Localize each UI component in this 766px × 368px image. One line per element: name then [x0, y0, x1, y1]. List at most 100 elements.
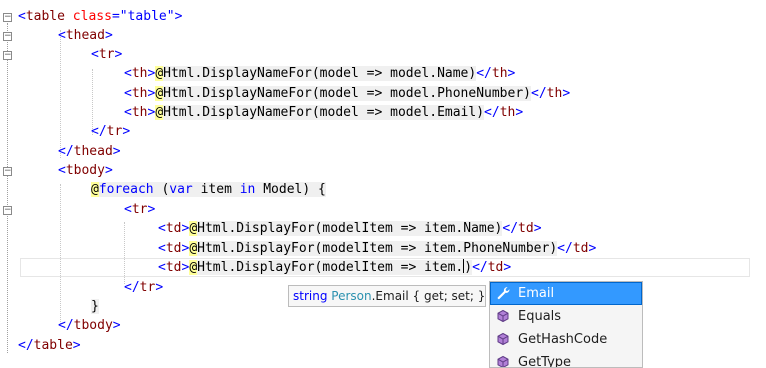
completion-item-gethashcode[interactable]: GetHashCode	[490, 328, 642, 351]
completion-item-label: GetHashCode	[518, 332, 608, 347]
quick-info-tooltip: string Person.Email { get; set; }	[288, 285, 486, 307]
code-token: <	[124, 86, 132, 101]
code-token: tbody	[65, 163, 105, 178]
code-token: th	[491, 66, 508, 81]
indent-guide	[60, 30, 61, 158]
tooltip-type-keyword: string	[293, 289, 328, 303]
razor-marker: @	[189, 221, 198, 236]
code-token: <	[158, 221, 166, 236]
code-token: >	[112, 318, 121, 333]
code-token: td	[165, 260, 182, 275]
code-line: < th> @Html.DisplayNameFor(model => model.…	[124, 84, 570, 103]
collapse-tbody-icon[interactable]	[3, 167, 12, 176]
completion-item-equals[interactable]: Equals	[490, 305, 642, 328]
method-cube-icon	[497, 309, 509, 323]
code-line: </tr>	[91, 122, 130, 141]
code-token: <	[124, 66, 132, 81]
code-token: th	[499, 105, 516, 120]
code-token: >	[507, 66, 516, 81]
code-token: </	[502, 221, 519, 236]
collapse-tr-icon[interactable]	[3, 51, 12, 60]
collapse-table-icon[interactable]	[3, 13, 12, 22]
code-line: <th>@Html.DisplayNameFor(model => model.…	[124, 64, 515, 83]
collapse-thead-icon[interactable]	[3, 32, 12, 41]
code-editor[interactable]: <table class="table"> <thead> <tr> <th>@…	[0, 0, 766, 368]
indent-guide	[60, 184, 61, 324]
code-token: th	[546, 86, 563, 101]
code-token: td	[572, 241, 589, 256]
code-token: tr	[98, 47, 115, 62]
collapse-tr-icon[interactable]	[3, 206, 12, 215]
code-line: </tr>	[124, 278, 163, 297]
code-token: foreach	[98, 182, 154, 197]
wrench-icon	[497, 287, 510, 300]
code-token: >	[104, 28, 113, 43]
intellisense-completion-list[interactable]: Email Equals GetHashCode GetType	[489, 281, 643, 368]
code-token: </	[531, 86, 547, 101]
code-token: </	[124, 280, 140, 295]
code-token: th	[131, 66, 148, 81]
code-line: <th>@Html.DisplayNameFor(model => model.…	[124, 103, 523, 122]
code-token: table	[33, 338, 73, 353]
code-token: >	[122, 124, 131, 139]
code-token: <	[91, 47, 99, 62]
text-caret	[463, 259, 465, 273]
code-token: >	[174, 9, 183, 24]
code-line: <td>@Html.DisplayFor(modelItem => item.N…	[158, 219, 542, 238]
code-token: <	[158, 241, 166, 256]
code-token: >	[515, 105, 524, 120]
code-line: <td>@Html.DisplayFor(modelItem => item.P…	[158, 239, 596, 258]
code-token: tr	[106, 124, 123, 139]
razor-expression: Html.DisplayNameFor(model => model.Name)	[163, 66, 477, 81]
code-token: >	[533, 221, 542, 236]
code-token: >	[588, 241, 597, 256]
razor-marker: @	[155, 66, 164, 81]
completion-item-label: Equals	[518, 309, 562, 324]
code-token: >	[147, 202, 156, 217]
code-line: </tbody>	[58, 316, 121, 335]
code-line: <tr>	[91, 45, 122, 64]
code-token: </	[91, 124, 107, 139]
completion-item-label: GetType	[518, 355, 572, 368]
code-token: var	[169, 182, 193, 197]
code-token: tr	[131, 202, 148, 217]
code-token: td	[518, 221, 534, 236]
tooltip-class-name: Person	[331, 289, 372, 303]
code-token: </	[484, 105, 500, 120]
code-token: td	[487, 260, 504, 275]
completion-item-email[interactable]: Email	[490, 282, 642, 305]
code-token: >	[72, 338, 81, 353]
code-token: <	[158, 260, 166, 275]
method-cube-icon	[497, 332, 509, 346]
completion-item-label: Email	[518, 286, 555, 301]
completion-item-gettype[interactable]: GetType	[490, 351, 642, 368]
razor-expression: Html.DisplayNameFor(model => model.Email…	[163, 105, 485, 120]
method-cube-icon	[497, 355, 509, 367]
razor-marker: @	[189, 241, 198, 256]
code-token: td	[165, 221, 182, 236]
razor-marker: @	[155, 105, 164, 120]
code-line-current[interactable]: <td>@Html.DisplayFor(modelItem => item.)…	[158, 258, 511, 277]
code-token: thead	[73, 144, 113, 159]
razor-expression: Html.DisplayFor(modelItem => item.PhoneN…	[197, 241, 558, 256]
code-token: </	[58, 144, 74, 159]
code-token: thead	[65, 28, 105, 43]
code-token: =	[111, 9, 120, 24]
code-token: >	[104, 163, 113, 178]
code-token: th	[131, 105, 148, 120]
code-line: </table>	[18, 336, 81, 355]
code-line: @foreach (var item in Model) {	[91, 180, 326, 199]
code-line: <thead>	[58, 26, 113, 45]
razor-marker: @	[155, 86, 164, 101]
code-token: (	[153, 182, 170, 197]
razor-marker: @	[91, 182, 99, 197]
code-token: >	[503, 260, 512, 275]
razor-expression: Html.DisplayNameFor(model => model.Phone…	[163, 86, 531, 101]
code-token: td	[165, 241, 182, 256]
code-token: >	[562, 86, 571, 101]
tooltip-member-name: .Email	[371, 289, 409, 303]
code-line: }	[91, 297, 99, 316]
code-token: <	[58, 163, 66, 178]
code-line: <tbody>	[58, 161, 113, 180]
code-line: <tr>	[124, 200, 155, 219]
